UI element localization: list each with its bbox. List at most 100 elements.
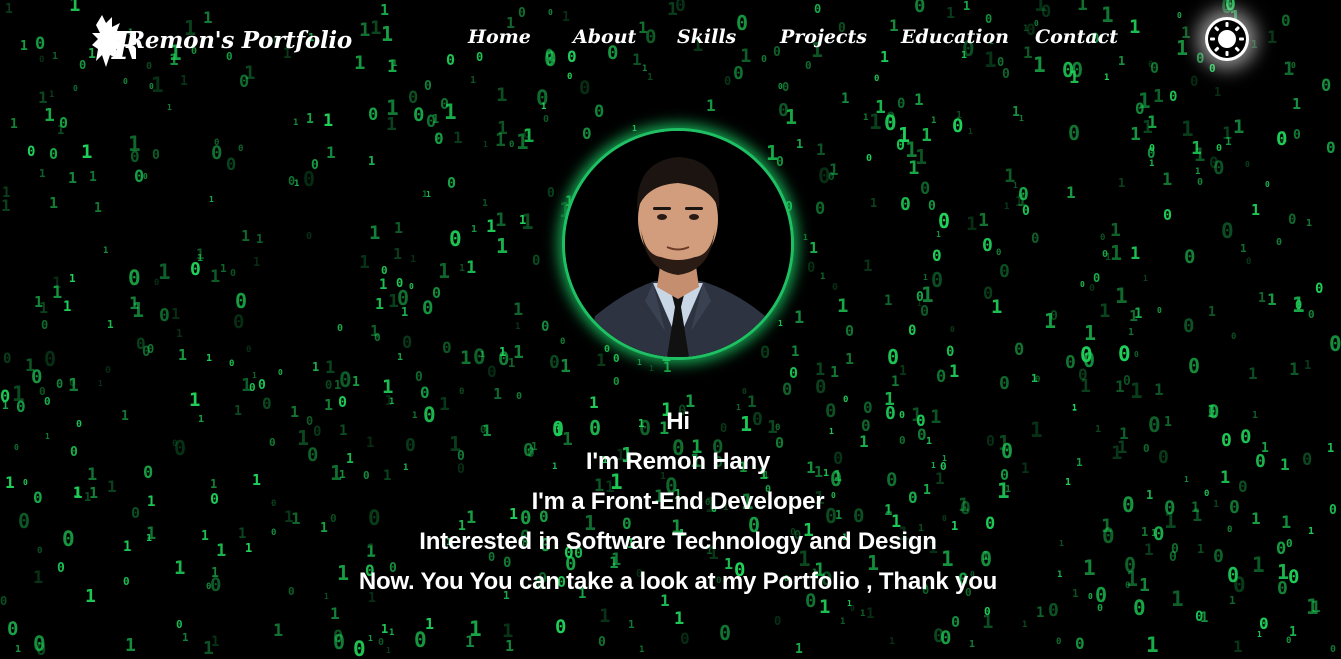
matrix-digit: 0 <box>1183 315 1194 337</box>
matrix-digit: 1 <box>1004 165 1015 187</box>
matrix-digit: 1 <box>15 644 21 655</box>
matrix-digit: 1 <box>1214 85 1221 99</box>
matrix-digit: 0 <box>549 352 560 373</box>
matrix-digit: 0 <box>999 261 1010 282</box>
matrix-digit: 1 <box>513 300 523 320</box>
matrix-digit: 0 <box>760 343 770 363</box>
matrix-digit: 1 <box>323 111 333 131</box>
matrix-digit: 1 <box>1251 201 1260 219</box>
matrix-digit: 1 <box>1289 625 1297 640</box>
matrix-digit: 1 <box>129 294 139 314</box>
matrix-digit: 1 <box>38 88 48 107</box>
matrix-digit: 1 <box>241 227 250 245</box>
matrix-digit: 1 <box>663 360 671 376</box>
theme-toggle-button[interactable] <box>1205 17 1249 61</box>
matrix-digit: 1 <box>25 356 35 376</box>
nav-link-home[interactable]: Home <box>468 26 531 48</box>
matrix-digit: 1 <box>1200 610 1208 626</box>
matrix-digit: 0 <box>230 268 236 279</box>
matrix-digit: 0 <box>774 614 781 628</box>
matrix-digit: 0 <box>325 378 332 392</box>
matrix-digit: 0 <box>1330 644 1336 655</box>
matrix-digit: 0 <box>409 282 414 291</box>
matrix-digit: 1 <box>438 259 450 283</box>
matrix-digit: 1 <box>1130 244 1140 264</box>
matrix-digit: 0 <box>424 79 432 94</box>
matrix-digit: 1 <box>253 255 260 269</box>
matrix-digit: 0 <box>1093 271 1100 285</box>
matrix-digit: 0 <box>487 362 497 381</box>
matrix-digit: 1 <box>368 154 375 168</box>
matrix-digit: 1 <box>389 628 394 638</box>
nav-link-projects[interactable]: Projects <box>780 26 867 48</box>
matrix-digit: 1 <box>34 293 43 311</box>
matrix-digit: 1 <box>39 167 46 180</box>
matrix-digit: 1 <box>884 293 892 309</box>
matrix-digit: 0 <box>815 199 825 219</box>
matrix-digit: 1 <box>1129 307 1138 325</box>
matrix-digit: 0 <box>226 155 236 175</box>
matrix-digit: 0 <box>778 82 783 91</box>
matrix-digit: 0 <box>447 174 456 192</box>
matrix-digit: 1 <box>453 128 463 147</box>
matrix-digit: 1 <box>837 295 848 317</box>
matrix-digit: 0 <box>1075 634 1085 653</box>
matrix-digit: 0 <box>1068 121 1080 145</box>
matrix-digit: 1 <box>978 210 989 231</box>
intro-text: Hi I'm Remon Hany I'm a Front-End Develo… <box>0 402 1341 602</box>
matrix-digit: 1 <box>502 620 513 642</box>
matrix-digit: 0 <box>1184 246 1195 268</box>
interest-line: Interested in Software Technology and De… <box>419 528 937 555</box>
matrix-digit: 1 <box>1146 633 1159 657</box>
matrix-digit: 0 <box>3 351 11 367</box>
matrix-digit: 1 <box>497 118 508 139</box>
matrix-digit: 1 <box>493 385 502 403</box>
matrix-digit: 0 <box>1329 332 1341 356</box>
matrix-digit: 1 <box>1066 183 1076 202</box>
brand[interactable]: R Remon's Portfolio <box>90 10 352 70</box>
matrix-digit: 1 <box>508 356 515 370</box>
matrix-digit: 0 <box>233 311 244 333</box>
matrix-digit: 1 <box>386 646 391 655</box>
matrix-digit: 1 <box>778 319 783 328</box>
matrix-digit: 0 <box>908 323 916 339</box>
matrix-digit: 1 <box>469 617 482 641</box>
matrix-digit: 1 <box>816 140 826 159</box>
matrix-digit: 1 <box>1099 300 1110 322</box>
matrix-digit: 1 <box>1162 170 1172 190</box>
matrix-digit: 1 <box>1110 220 1121 241</box>
matrix-digit: 1 <box>352 375 360 390</box>
nav-link-skills[interactable]: Skills <box>677 26 736 48</box>
matrix-digit: 0 <box>946 344 954 360</box>
matrix-digit: 0 <box>1163 206 1172 224</box>
matrix-digit: 1 <box>359 252 370 273</box>
matrix-digit: 1 <box>49 90 54 100</box>
matrix-digit: 0 <box>680 629 690 648</box>
matrix-digit: 1 <box>860 609 865 619</box>
matrix-digit: 1 <box>1225 135 1232 148</box>
nav-link-contact[interactable]: Contact <box>1035 26 1118 48</box>
matrix-digit: 0 <box>27 144 35 160</box>
matrix-digit: 1 <box>1084 321 1096 345</box>
matrix-digit: 0 <box>176 618 183 631</box>
matrix-digit: 1 <box>516 130 529 154</box>
nav-link-education[interactable]: Education <box>901 26 1009 48</box>
matrix-digit: 1 <box>1031 372 1038 385</box>
nav-link-about[interactable]: About <box>573 26 636 48</box>
matrix-digit: 0 <box>996 248 1001 258</box>
navbar: R Remon's Portfolio Home About Skills Pr… <box>0 0 1341 80</box>
matrix-digit: 0 <box>44 347 56 371</box>
matrix-digit: 1 <box>1130 379 1143 403</box>
matrix-digit: 0 <box>1134 350 1139 359</box>
matrix-digit: 0 <box>73 84 78 93</box>
matrix-digit: 0 <box>49 145 58 163</box>
matrix-digit: 0 <box>1293 128 1301 143</box>
matrix-digit: 0 <box>1259 614 1269 633</box>
matrix-digit: 1 <box>791 344 799 360</box>
matrix-digit: 0 <box>1265 180 1270 189</box>
matrix-digit: 0 <box>152 148 160 163</box>
matrix-digit: 1 <box>394 219 403 237</box>
brand-name: Remon's Portfolio <box>126 26 352 54</box>
matrix-digit: 1 <box>44 105 55 126</box>
closing-line: Now. You You can take a look at my Portf… <box>358 568 998 595</box>
